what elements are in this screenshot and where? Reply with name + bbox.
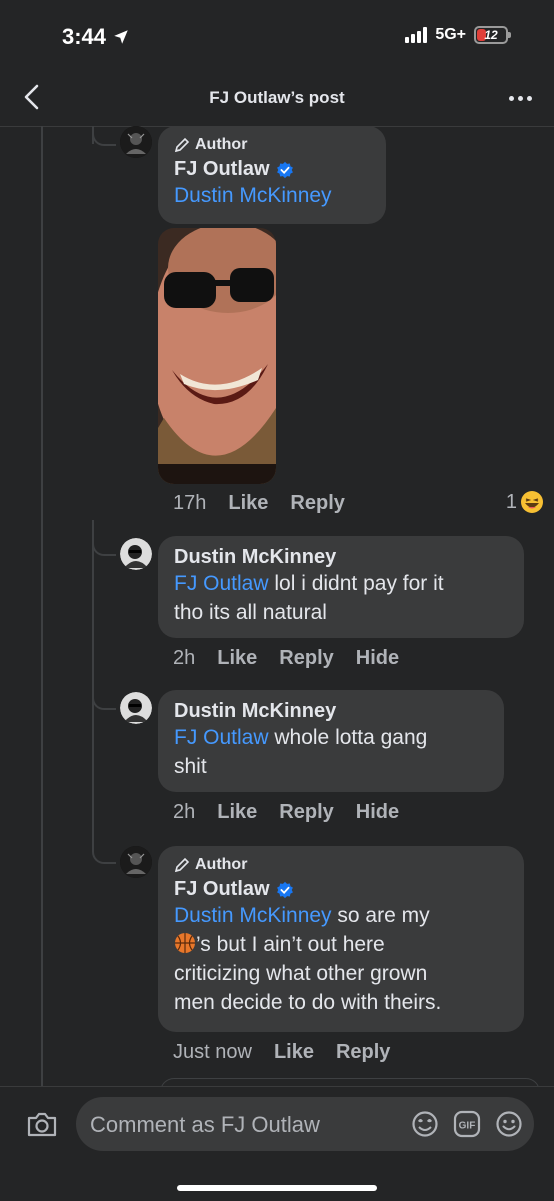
comment-actions: 2h Like Reply Hide xyxy=(173,647,399,670)
sticker-button[interactable] xyxy=(410,1109,440,1139)
gif-icon: GIF xyxy=(453,1110,481,1138)
comment-input-placeholder: Comment as FJ Outlaw xyxy=(90,1112,320,1137)
status-indicators: 5G+ 12 xyxy=(405,26,511,44)
status-time: 3:44 xyxy=(62,24,130,50)
pencil-icon xyxy=(174,857,190,873)
comment-author-row: FJ Outlaw xyxy=(174,158,370,181)
home-indicator xyxy=(177,1185,377,1191)
author-badge-label: Author xyxy=(195,136,248,153)
comment-bubble[interactable]: Author FJ Outlaw Dustin McKinney xyxy=(158,126,386,224)
comment-timestamp: 2h xyxy=(173,801,196,823)
comment-text: FJ Outlaw whole lotta gang shit xyxy=(174,723,488,781)
comment-author-name[interactable]: Dustin McKinney xyxy=(174,700,336,723)
comment-text-segment: men decide to do with theirs. xyxy=(174,991,442,1014)
reply-button[interactable]: Reply xyxy=(279,801,333,824)
comment-photo[interactable] xyxy=(158,228,276,484)
page-title: FJ Outlaw’s post xyxy=(209,88,345,107)
author-badge: Author xyxy=(174,136,370,154)
comment-author-name[interactable]: FJ Outlaw xyxy=(174,158,270,181)
comment-actions: 2h Like Reply Hide xyxy=(173,801,399,824)
comment-timestamp: 2h xyxy=(173,647,196,669)
more-options-button[interactable] xyxy=(504,84,536,112)
pencil-icon xyxy=(174,137,190,153)
comment-input[interactable]: Comment as FJ Outlaw GIF xyxy=(76,1097,534,1151)
reply-connector xyxy=(92,540,116,556)
nav-bar: FJ Outlaw’s post xyxy=(0,70,554,127)
composer-icons: GIF xyxy=(410,1109,524,1139)
reaction-summary[interactable]: 1 xyxy=(506,490,544,514)
reply-connector xyxy=(92,848,116,864)
camera-icon xyxy=(27,1112,57,1137)
comment-author-row: Dustin McKinney xyxy=(174,700,488,723)
comment-author-name[interactable]: Dustin McKinney xyxy=(174,546,336,569)
comment-text-segment: lol i didnt pay for it xyxy=(268,572,444,595)
reply-button[interactable]: Reply xyxy=(336,1041,390,1064)
gif-label: GIF xyxy=(459,1121,476,1132)
sticker-icon xyxy=(412,1111,438,1137)
comment-author-row: Dustin McKinney xyxy=(174,546,508,569)
comment-timestamp: 17h xyxy=(173,492,207,514)
laughing-emoji-icon xyxy=(521,491,543,513)
reaction-count: 1 xyxy=(505,490,517,513)
comment-author-row: FJ Outlaw xyxy=(174,878,508,901)
reply-button[interactable]: Reply xyxy=(279,647,333,670)
comment-actions: 17h Like Reply xyxy=(173,492,345,515)
time-label: 3:44 xyxy=(62,24,107,49)
emoji-icon xyxy=(496,1111,522,1137)
mention-link[interactable]: Dustin McKinney xyxy=(174,184,332,207)
like-button[interactable]: Like xyxy=(228,492,268,515)
comment-actions: Just now Like Reply xyxy=(173,1041,390,1064)
thread-line xyxy=(41,126,43,1086)
author-badge-label: Author xyxy=(195,856,248,873)
reply-button[interactable]: Reply xyxy=(290,492,344,515)
comment-text: Dustin McKinney xyxy=(174,181,370,210)
comment-text-segment: shit xyxy=(174,755,207,778)
reply-connector xyxy=(92,694,116,710)
emoji-button[interactable] xyxy=(494,1109,524,1139)
avatar[interactable] xyxy=(120,538,152,570)
comment-composer: Comment as FJ Outlaw GIF xyxy=(0,1086,554,1201)
like-button[interactable]: Like xyxy=(217,801,257,824)
comment-author-name[interactable]: FJ Outlaw xyxy=(174,878,270,901)
comment-text-segment: ’s but I ain’t out here xyxy=(196,933,385,956)
comment-text-segment: whole lotta gang xyxy=(268,726,428,749)
battery-icon: 12 xyxy=(474,26,511,44)
avatar[interactable] xyxy=(120,126,152,158)
comment-bubble[interactable]: Dustin McKinney FJ Outlaw whole lotta ga… xyxy=(158,690,504,792)
like-button[interactable]: Like xyxy=(274,1041,314,1064)
verified-badge-icon xyxy=(276,881,293,898)
hide-button[interactable]: Hide xyxy=(356,647,399,670)
mention-link[interactable]: FJ Outlaw xyxy=(174,572,269,595)
author-badge: Author xyxy=(174,856,508,874)
signal-icon xyxy=(405,27,428,43)
comment-bubble[interactable]: Dustin McKinney FJ Outlaw lol i didnt pa… xyxy=(158,536,524,638)
status-bar: 3:44 5G+ 12 xyxy=(0,0,554,70)
comment-text: Dustin McKinney so are my ’s but I ain’t… xyxy=(174,901,508,1017)
mention-link[interactable]: FJ Outlaw xyxy=(174,726,269,749)
reply-connector xyxy=(92,130,116,146)
mention-link[interactable]: Dustin McKinney xyxy=(174,904,332,927)
comment-text: FJ Outlaw lol i didnt pay for it tho its… xyxy=(174,569,508,627)
comment-bubble[interactable]: Author FJ Outlaw Dustin McKinney so are … xyxy=(158,846,524,1032)
camera-button[interactable] xyxy=(26,1109,58,1139)
reply-thread-line xyxy=(92,520,94,848)
avatar[interactable] xyxy=(120,846,152,878)
comment-text-segment: tho its all natural xyxy=(174,601,327,624)
network-label: 5G+ xyxy=(435,26,466,43)
comment-text-segment: so are my xyxy=(331,904,430,927)
hide-button[interactable]: Hide xyxy=(356,801,399,824)
basketball-emoji-icon xyxy=(175,933,195,953)
avatar[interactable] xyxy=(120,692,152,724)
like-button[interactable]: Like xyxy=(217,647,257,670)
comment-timestamp: Just now xyxy=(173,1041,252,1063)
verified-badge-icon xyxy=(276,161,293,178)
comment-text-segment: criticizing what other grown xyxy=(174,962,428,985)
battery-level: 12 xyxy=(484,28,498,42)
location-arrow-icon xyxy=(114,30,128,44)
gif-button[interactable]: GIF xyxy=(452,1109,482,1139)
